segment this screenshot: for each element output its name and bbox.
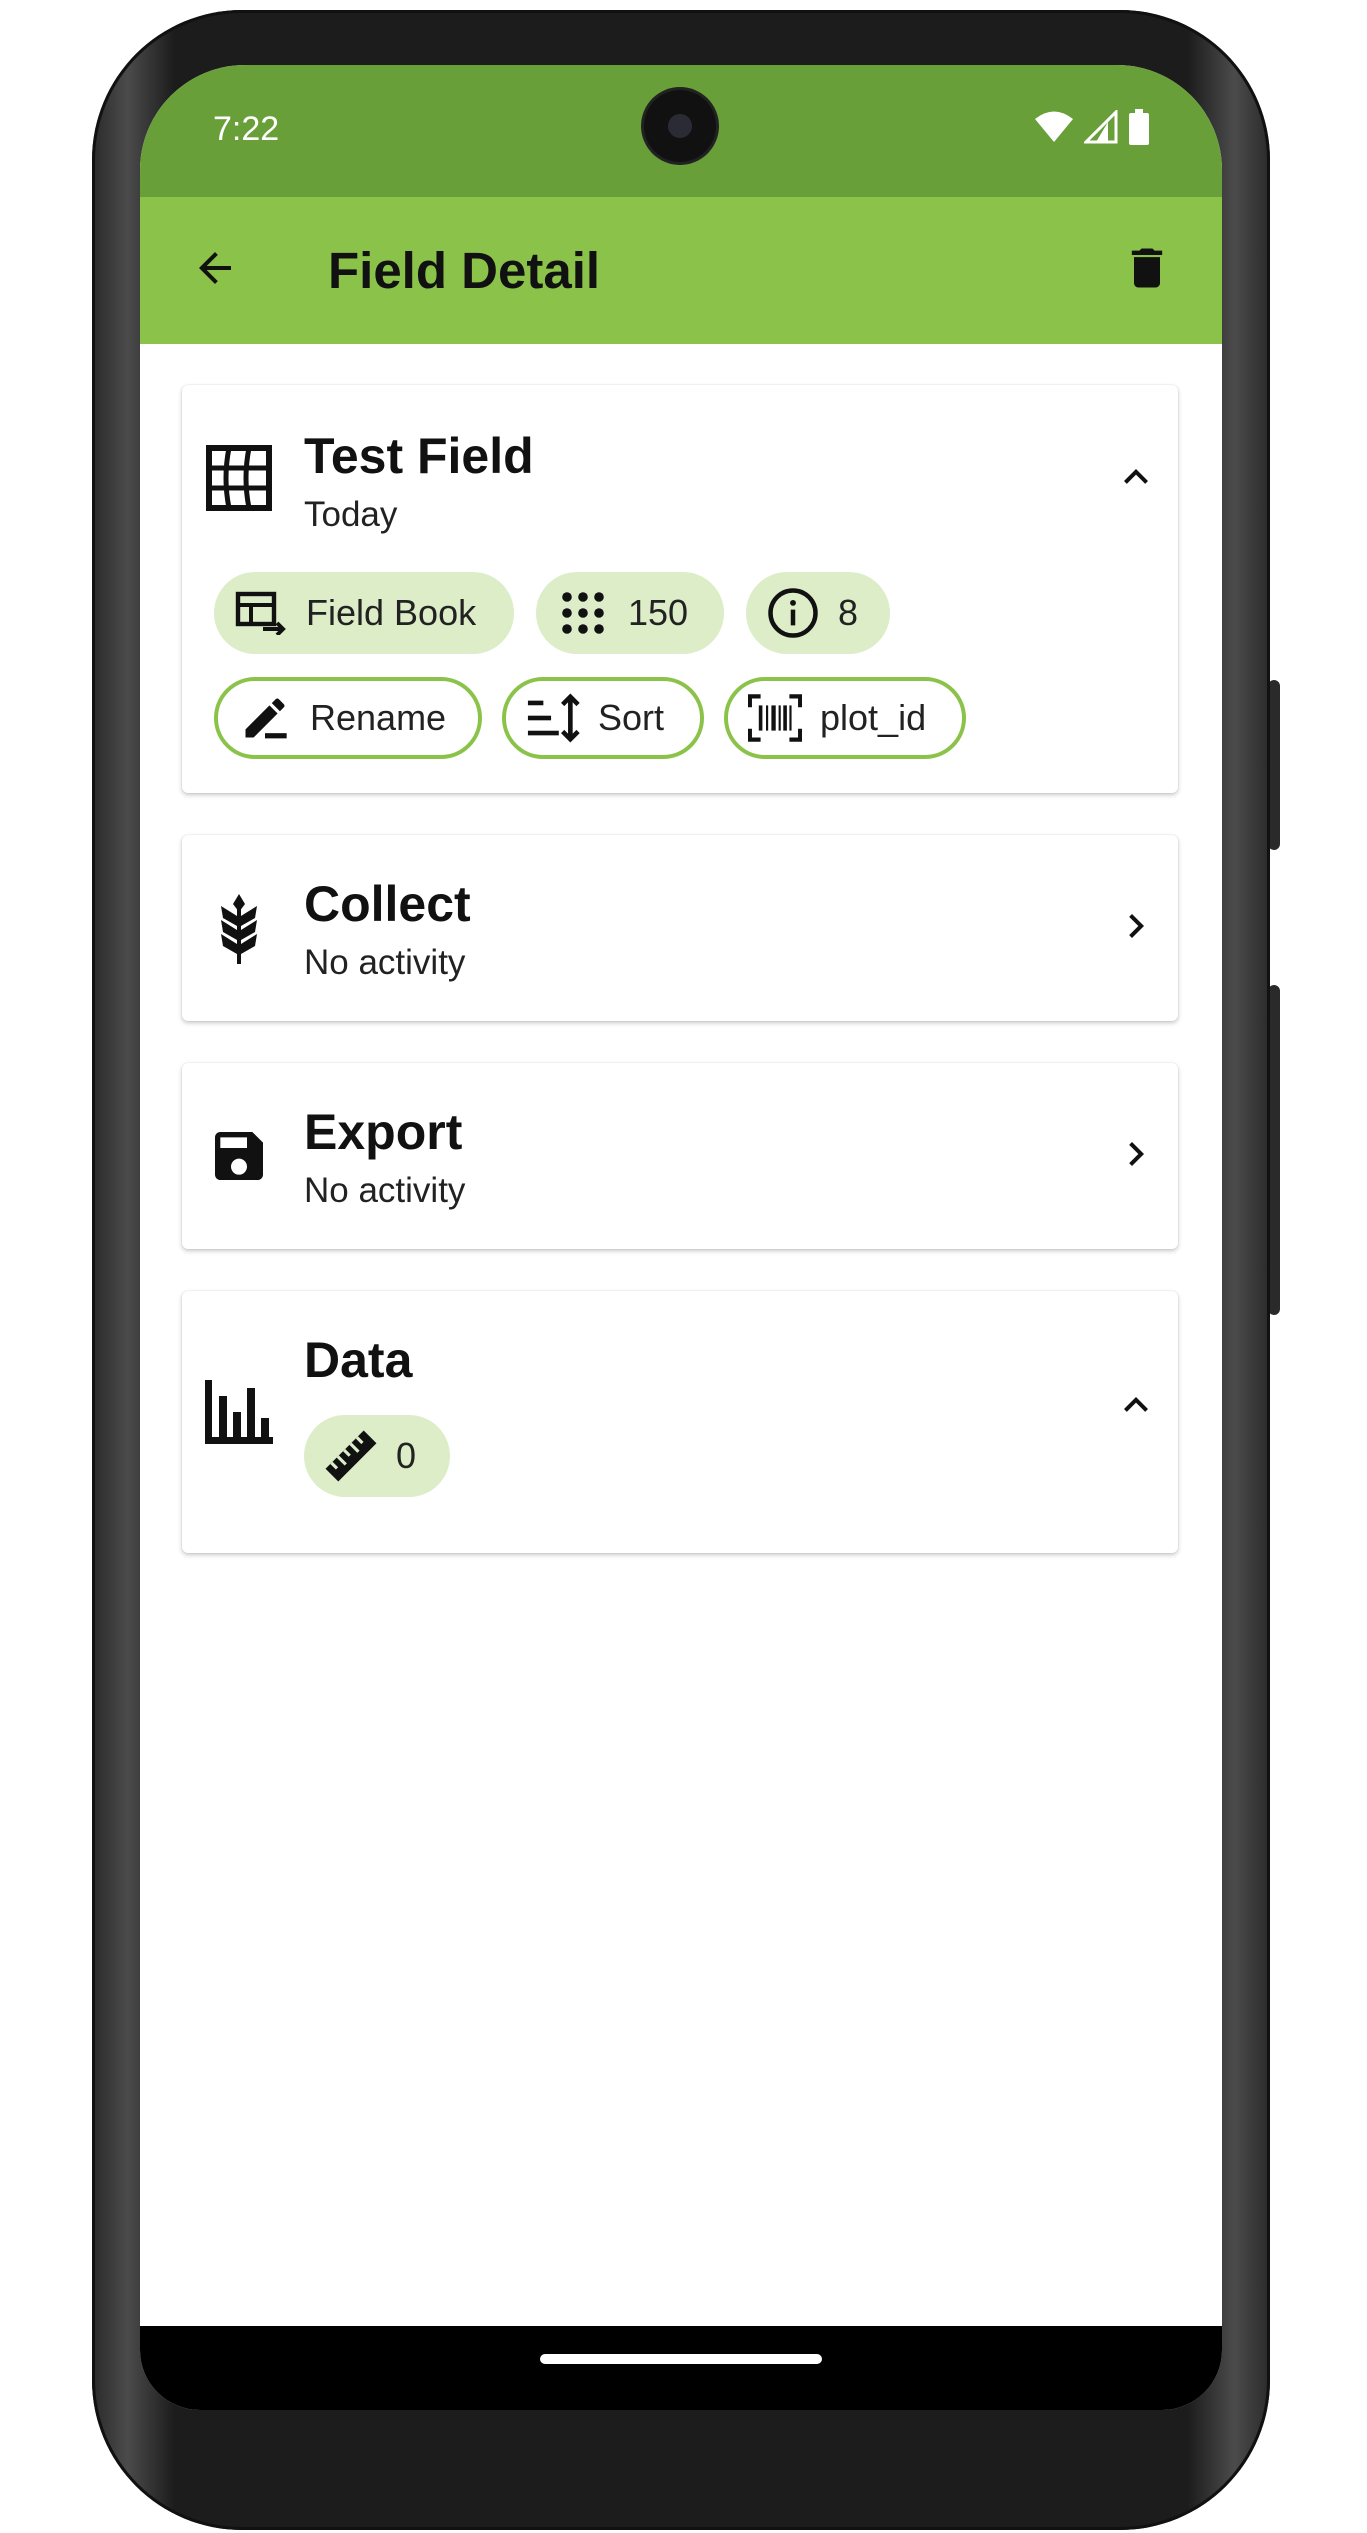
trait-count-chip: 0 — [304, 1415, 450, 1497]
rename-button[interactable]: Rename — [214, 677, 482, 759]
chevron-right-icon — [1112, 902, 1160, 955]
delete-field-button[interactable] — [1112, 235, 1182, 305]
trash-icon — [1121, 242, 1173, 299]
sort-label: Sort — [598, 697, 665, 738]
rename-pencil-icon — [238, 691, 292, 745]
dots-grid-icon — [556, 586, 610, 640]
back-button[interactable] — [180, 235, 250, 305]
data-card: Data 0 — [182, 1291, 1178, 1553]
export-card[interactable]: Export No activity — [182, 1063, 1178, 1249]
barcode-scan-icon — [748, 691, 802, 745]
status-time: 7:22 — [213, 110, 280, 148]
attribute-count-label: 8 — [838, 592, 859, 633]
field-book-import-icon — [234, 586, 288, 640]
wheat-icon — [204, 893, 274, 964]
page-title: Field Detail — [328, 242, 601, 299]
cell-signal-icon — [1082, 107, 1118, 149]
arrow-back-icon — [191, 244, 239, 297]
chevron-up-icon — [1112, 1381, 1160, 1434]
data-title: Data — [304, 1332, 413, 1388]
entry-count-label: 150 — [628, 592, 689, 633]
collect-chevron — [1108, 900, 1164, 956]
ruler-icon — [324, 1429, 378, 1483]
export-status: No activity — [304, 1171, 466, 1210]
export-chevron — [1108, 1128, 1164, 1184]
import-source-label: Field Book — [306, 592, 477, 633]
status-bar: 7:22 — [140, 65, 1222, 197]
bar-chart-icon — [204, 1377, 274, 1447]
home-gesture-handle[interactable] — [540, 2354, 822, 2364]
app-toolbar: Field Detail — [140, 197, 1222, 344]
collect-card[interactable]: Collect No activity — [182, 835, 1178, 1021]
sort-icon — [526, 691, 580, 745]
status-icons — [1034, 107, 1150, 150]
info-icon — [766, 586, 820, 640]
rename-label: Rename — [310, 697, 447, 738]
collapse-field-button[interactable] — [1108, 451, 1164, 507]
field-date: Today — [304, 495, 398, 534]
wifi-icon — [1034, 110, 1074, 149]
save-floppy-icon — [204, 1121, 274, 1191]
field-grid-icon — [204, 443, 274, 513]
entry-count-chip: 150 — [536, 572, 724, 654]
search-attribute-label: plot_id — [820, 697, 927, 738]
export-title: Export — [304, 1104, 463, 1160]
battery-icon — [1128, 108, 1150, 150]
trait-count-label: 0 — [396, 1435, 417, 1476]
search-attribute-button[interactable]: plot_id — [724, 677, 966, 759]
field-info-card: Test Field Today Field Book 150 8 Rename… — [182, 385, 1178, 793]
collect-title: Collect — [304, 876, 471, 932]
front-camera — [644, 90, 716, 162]
attribute-count-chip: 8 — [746, 572, 890, 654]
chevron-right-icon — [1112, 1130, 1160, 1183]
collect-status: No activity — [304, 943, 466, 982]
collapse-data-button[interactable] — [1108, 1379, 1164, 1435]
sort-button[interactable]: Sort — [502, 677, 704, 759]
system-navigation-bar — [140, 2326, 1222, 2410]
field-name: Test Field — [304, 428, 534, 484]
chevron-up-icon — [1112, 453, 1160, 506]
app-screen: 7:22 Field Detail Test Field Today Field… — [140, 65, 1222, 2410]
import-source-chip: Field Book — [214, 572, 514, 654]
